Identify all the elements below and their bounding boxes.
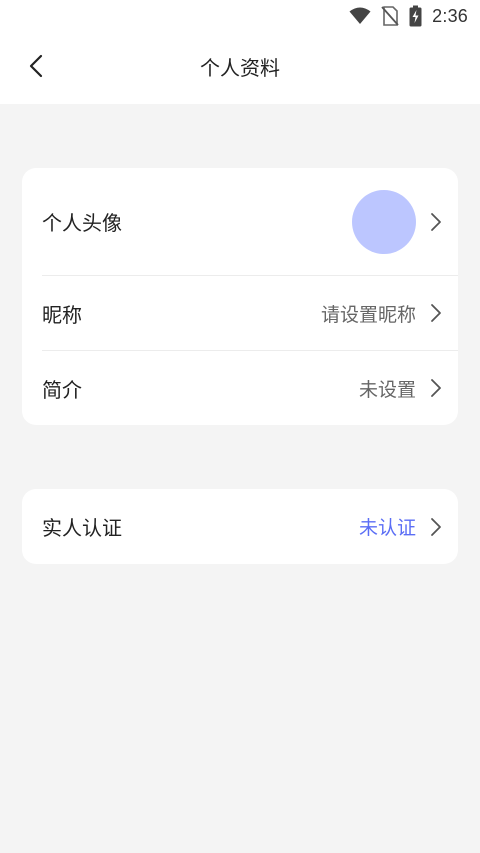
avatar-label: 个人头像: [42, 211, 122, 235]
nickname-row[interactable]: 昵称 请设置昵称: [22, 276, 458, 350]
bio-value: 未设置: [358, 378, 416, 401]
battery-charging-icon: [409, 5, 422, 27]
status-time: 2:36: [432, 5, 468, 26]
page-title: 个人资料: [200, 56, 280, 80]
verify-label: 实人认证: [42, 516, 122, 540]
verify-status: 未认证: [358, 517, 416, 539]
nickname-label: 昵称: [42, 302, 82, 327]
chevron-right-icon: [428, 303, 444, 323]
chevron-right-icon: [428, 378, 444, 398]
avatar-row[interactable]: 个人头像: [22, 168, 458, 275]
nav-bar: 个人资料: [0, 32, 480, 104]
bio-label: 简介: [42, 377, 82, 402]
wifi-icon: [349, 7, 371, 25]
status-bar: 2:36: [0, 0, 480, 32]
avatar: [352, 189, 416, 254]
bio-row[interactable]: 简介 未设置: [22, 351, 458, 425]
verify-row[interactable]: 实人认证 未认证: [22, 489, 458, 564]
no-sim-icon: [381, 6, 399, 26]
chevron-right-icon: [428, 517, 444, 537]
profile-card: 个人头像 昵称 请设置昵称 简介 未设置: [22, 168, 458, 425]
verify-card: 实人认证 未认证: [22, 489, 458, 564]
nickname-value: 请设置昵称: [320, 303, 416, 326]
chevron-right-icon: [428, 212, 444, 232]
